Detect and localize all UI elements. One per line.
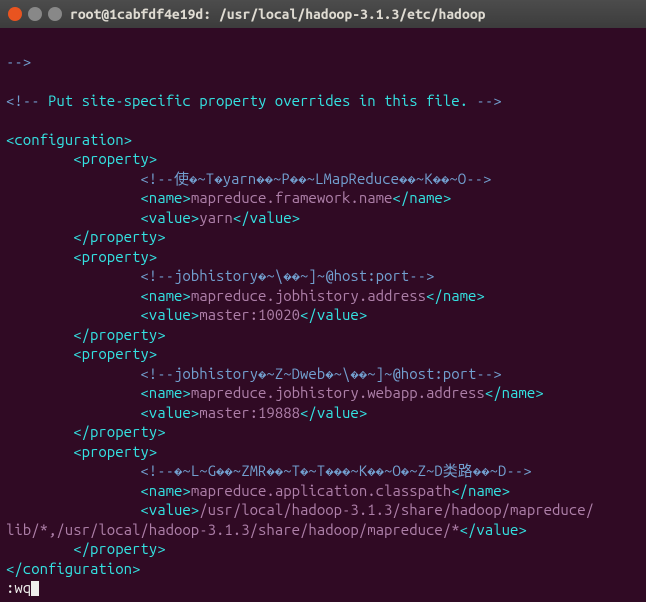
tag-prop-close: </property> [73, 326, 165, 343]
site-comment-close: --> [476, 92, 501, 109]
tag-name-close: </name> [392, 189, 451, 206]
tag-prop-close: </property> [73, 540, 165, 557]
tag-prop-open: <property> [73, 248, 157, 265]
tag-name-open: <name> [140, 287, 190, 304]
p2-name: mapreduce.jobhistory.address [191, 287, 426, 304]
p2-comment: <!--jobhistory�~\��~]~@host:port--> [140, 267, 434, 284]
p1-value: yarn [199, 209, 233, 226]
site-comment-text: Put site-specific property overrides in … [40, 92, 477, 109]
vim-command: :wq [6, 579, 31, 596]
cursor-icon [31, 581, 39, 596]
tag-value-close: </value> [300, 404, 367, 421]
window-titlebar: root@1cabfdf4e19d: /usr/local/hadoop-3.1… [0, 0, 646, 28]
terminal-area[interactable]: --> <!-- Put site-specific property over… [0, 28, 646, 602]
tag-name-close: </name> [426, 287, 485, 304]
tag-value-open: <value> [140, 501, 199, 518]
p3-value: master:19888 [199, 404, 300, 421]
p4-value-1: /usr/local/hadoop-3.1.3/share/hadoop/map… [199, 501, 594, 518]
p1-comment: <!--使�~T�yarn��~P��~LMapReduce��~K��~O--… [140, 170, 491, 187]
tag-value-close: </value> [300, 306, 367, 323]
p2-value: master:10020 [199, 306, 300, 323]
tag-prop-open: <property> [73, 150, 157, 167]
site-comment-open: <!-- [6, 92, 40, 109]
p4-value-2: lib/*,/usr/local/hadoop-3.1.3/share/hado… [6, 521, 460, 538]
tag-prop-close: </property> [73, 228, 165, 245]
minimize-icon[interactable] [28, 7, 42, 21]
tag-prop-open: <property> [73, 345, 157, 362]
close-icon[interactable] [8, 7, 22, 21]
tag-name-open: <name> [140, 482, 190, 499]
window-controls [8, 7, 62, 21]
tag-name-open: <name> [140, 384, 190, 401]
tag-value-open: <value> [140, 209, 199, 226]
p3-name: mapreduce.jobhistory.webapp.address [191, 384, 485, 401]
comment-close: --> [6, 53, 31, 70]
tag-config-close: </configuration> [6, 560, 140, 577]
tag-name-close: </name> [451, 482, 510, 499]
tag-value-open: <value> [140, 306, 199, 323]
tag-name-open: <name> [140, 189, 190, 206]
p3-comment: <!--jobhistory�~Z~Dweb�~\��~]~@host:port… [140, 365, 501, 382]
tag-prop-open: <property> [73, 443, 157, 460]
p4-comment: <!--�~L~G��~ZMR��~T�~T���~K��~O�~Z~D类路��… [140, 462, 531, 479]
tag-value-close: </value> [233, 209, 300, 226]
p4-name: mapreduce.application.classpath [191, 482, 451, 499]
p1-name: mapreduce.framework.name [191, 189, 393, 206]
tag-name-close: </name> [485, 384, 544, 401]
tag-value-close: </value> [460, 521, 527, 538]
maximize-icon[interactable] [48, 7, 62, 21]
tag-prop-close: </property> [73, 423, 165, 440]
tag-config-open: <configuration> [6, 131, 132, 148]
window-title: root@1cabfdf4e19d: /usr/local/hadoop-3.1… [70, 5, 486, 23]
tag-value-open: <value> [140, 404, 199, 421]
